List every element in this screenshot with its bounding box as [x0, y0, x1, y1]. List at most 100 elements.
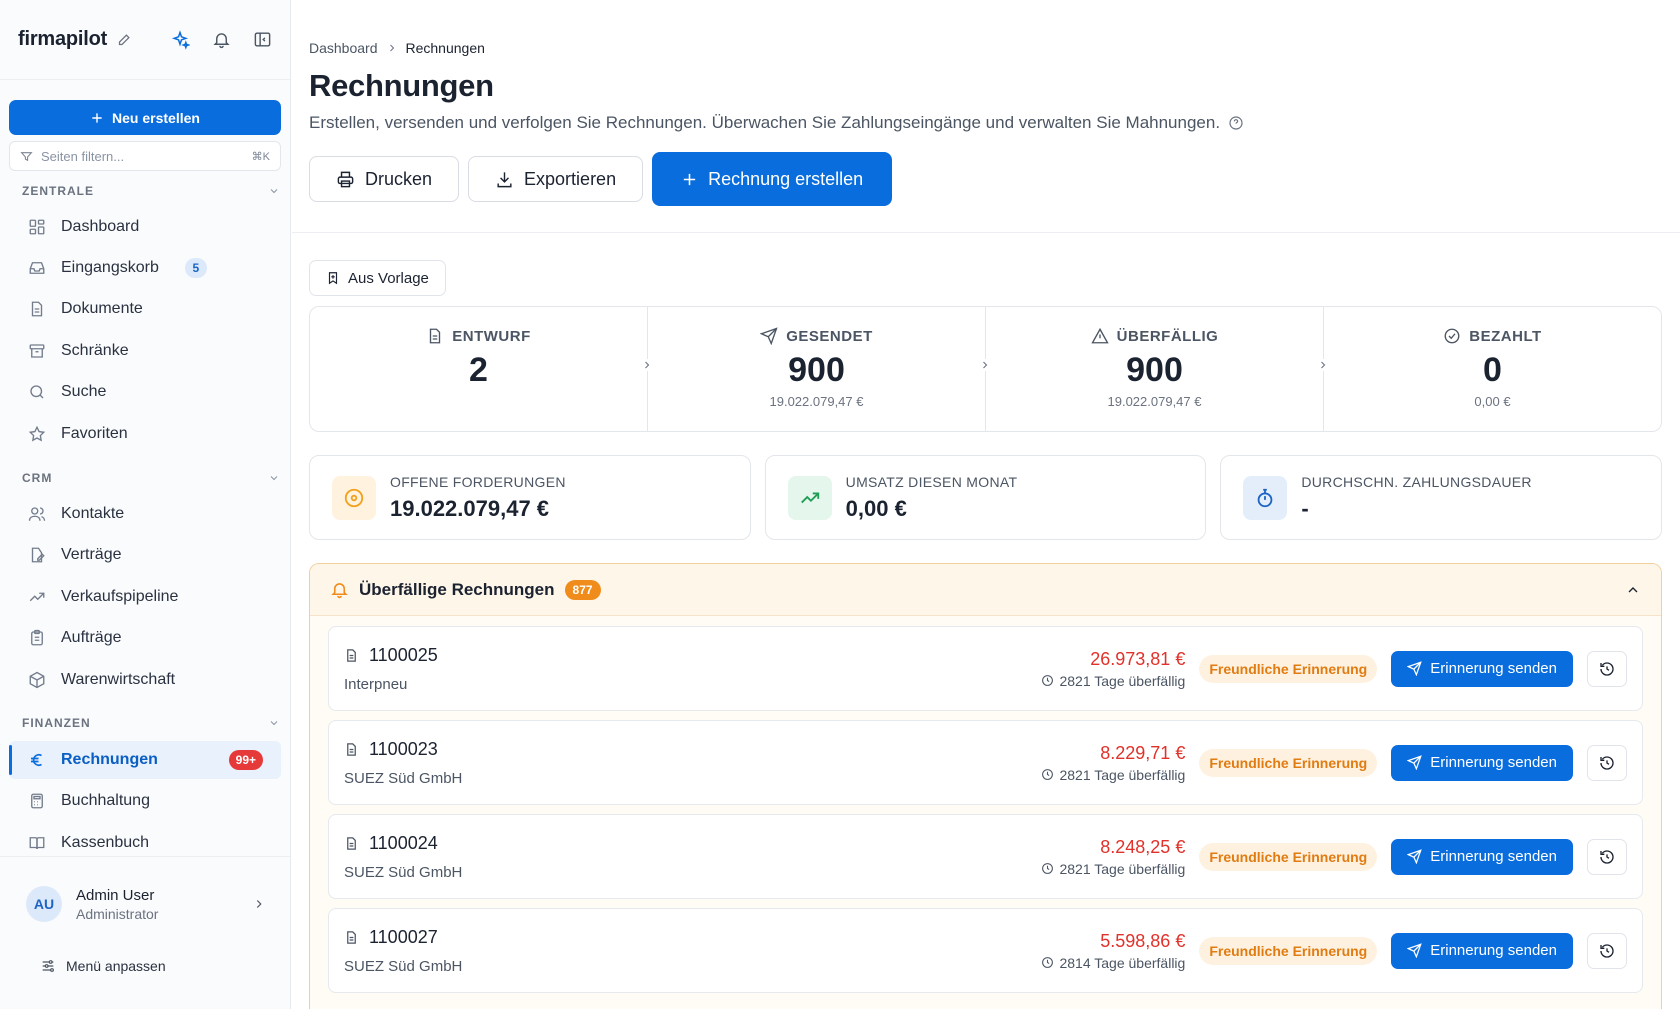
invoice-number[interactable]: 1100024	[369, 833, 438, 854]
page-actions: Drucken Exportieren Rechnung erstellen	[309, 152, 893, 206]
print-label: Drucken	[365, 168, 433, 189]
status-sub: 19.022.079,47 €	[1107, 394, 1202, 409]
filter-shortcut: ⌘K	[251, 150, 270, 163]
trending-up-icon	[787, 475, 832, 520]
sidebar-item-buchhaltung[interactable]: Buchhaltung	[9, 782, 281, 820]
kpi-label: DURCHSCHN. ZAHLUNGSDAUER	[1301, 473, 1532, 490]
print-button[interactable]: Drucken	[309, 156, 460, 202]
sidebar-item-verkaufspipeline[interactable]: Verkaufspipeline	[9, 578, 281, 616]
from-template-button[interactable]: Aus Vorlage	[309, 260, 446, 296]
reminder-level-badge: Freundliche Erinnerung	[1199, 936, 1378, 965]
sidebar-item-dashboard[interactable]: Dashboard	[9, 208, 281, 246]
send-reminder-button[interactable]: Erinnerung senden	[1391, 838, 1573, 875]
history-button[interactable]	[1587, 838, 1627, 875]
user-menu[interactable]: AU Admin User Administrator	[26, 886, 266, 922]
overdue-invoice-row[interactable]: 1100023 SUEZ Süd GmbH 8.229,71 € 2821 Ta…	[328, 720, 1643, 805]
menu-adjust-button[interactable]: Menü anpassen	[40, 958, 166, 974]
status-value: 900	[788, 351, 845, 389]
inbox-count-badge: 5	[184, 258, 207, 278]
sidebar-item-dokumente[interactable]: Dokumente	[9, 290, 281, 328]
overdue-panel-header[interactable]: Überfällige Rechnungen 877	[310, 564, 1661, 616]
page-filter-input[interactable]: Seiten filtern... ⌘K	[9, 141, 281, 171]
invoice-count-badge: 99+	[228, 750, 263, 770]
status-sent[interactable]: GESENDET 900 19.022.079,47 €	[648, 307, 991, 431]
download-icon	[497, 171, 512, 187]
stopwatch-icon	[1243, 475, 1288, 520]
invoice-amount: 5.598,86 €	[1100, 930, 1186, 951]
invoice-amount: 8.229,71 €	[1100, 742, 1186, 763]
section-crm[interactable]: CRM	[22, 471, 280, 485]
kpi-monthly-revenue: UMSATZ DIESEN MONAT 0,00 €	[764, 455, 1207, 540]
breadcrumb-dashboard[interactable]: Dashboard	[309, 40, 378, 56]
euro-icon	[27, 750, 47, 770]
invoice-client: SUEZ Süd GmbH	[344, 769, 463, 787]
help-icon[interactable]	[1228, 115, 1244, 131]
sidebar-item-warenwirtschaft[interactable]: Warenwirtschaft	[9, 661, 281, 699]
export-button[interactable]: Exportieren	[468, 156, 644, 202]
send-reminder-button[interactable]: Erinnerung senden	[1391, 932, 1573, 969]
sidebar-item-label: Buchhaltung	[61, 792, 150, 809]
sidebar-item-eingangskorb[interactable]: Eingangskorb 5	[9, 249, 281, 287]
send-reminder-label: Erinnerung senden	[1430, 848, 1557, 865]
kpi-label: OFFENE FORDERUNGEN	[390, 473, 566, 490]
invoice-number[interactable]: 1100027	[369, 927, 438, 948]
status-overdue[interactable]: ÜBERFÄLLIG 900 19.022.079,47 €	[986, 307, 1329, 431]
invoice-client: Interpneu	[344, 675, 408, 693]
sidebar-header: firmapilot	[0, 0, 290, 80]
trend-icon	[27, 587, 47, 607]
sidebar-item-label: Warenwirtschaft	[61, 671, 176, 688]
overdue-invoice-row[interactable]: 1100027 SUEZ Süd GmbH 5.598,86 € 2814 Ta…	[328, 908, 1643, 993]
filter-icon	[20, 151, 33, 161]
sidebar-item-suche[interactable]: Suche	[9, 373, 281, 411]
chevron-up-icon[interactable]	[1625, 582, 1641, 598]
send-reminder-button[interactable]: Erinnerung senden	[1391, 650, 1573, 687]
filter-placeholder: Seiten filtern...	[41, 148, 125, 164]
sliders-icon	[42, 960, 54, 972]
contract-icon	[27, 545, 47, 565]
calculator-icon	[27, 791, 47, 811]
bell-icon[interactable]	[212, 30, 231, 49]
status-draft[interactable]: ENTWURF 2	[310, 307, 653, 431]
file-icon	[347, 648, 356, 662]
plus-icon	[92, 112, 102, 123]
sidebar-divider	[0, 856, 290, 857]
chevron-right-icon	[256, 900, 262, 908]
edit-pencil-icon[interactable]	[117, 32, 132, 47]
package-icon	[27, 670, 47, 690]
section-zentrale[interactable]: ZENTRALE	[22, 184, 280, 198]
clock-icon	[1042, 957, 1054, 968]
send-icon	[1407, 755, 1423, 770]
history-button[interactable]	[1587, 650, 1627, 687]
brand-logo[interactable]: firmapilot	[18, 28, 107, 51]
sidebar-item-rechnungen[interactable]: Rechnungen 99+	[9, 741, 281, 779]
sidebar-item-auftraege[interactable]: Aufträge	[9, 619, 281, 657]
create-invoice-button[interactable]: Rechnung erstellen	[652, 152, 893, 206]
overdue-list: 1100025 Interpneu 26.973,81 € 2821 Tage …	[310, 616, 1661, 993]
kpi-open-receivables: OFFENE FORDERUNGEN 19.022.079,47 €	[309, 455, 751, 540]
section-finanzen[interactable]: FINANZEN	[22, 716, 280, 730]
overdue-invoice-row[interactable]: 1100024 SUEZ Süd GmbH 8.248,25 € 2821 Ta…	[328, 814, 1643, 899]
from-template-label: Aus Vorlage	[348, 269, 429, 287]
sidebar-item-label: Kontakte	[61, 505, 125, 522]
overdue-invoice-row[interactable]: 1100025 Interpneu 26.973,81 € 2821 Tage …	[328, 626, 1643, 711]
sidebar-collapse-icon[interactable]	[253, 30, 272, 49]
sidebar-item-favoriten[interactable]: Favoriten	[9, 415, 281, 453]
send-reminder-label: Erinnerung senden	[1430, 754, 1557, 771]
status-paid[interactable]: BEZAHLT 0 0,00 €	[1324, 307, 1661, 431]
new-create-button[interactable]: Neu erstellen	[9, 100, 281, 135]
file-icon	[347, 742, 356, 756]
invoice-number[interactable]: 1100025	[369, 645, 438, 666]
clock-icon	[1042, 675, 1054, 686]
sidebar-item-label: Rechnungen	[61, 751, 158, 768]
history-button[interactable]	[1587, 744, 1627, 781]
reminder-level-badge: Freundliche Erinnerung	[1199, 654, 1378, 683]
sparkles-icon[interactable]	[170, 29, 190, 50]
send-reminder-label: Erinnerung senden	[1430, 660, 1557, 677]
sidebar-item-vertraege[interactable]: Verträge	[9, 536, 281, 574]
send-reminder-button[interactable]: Erinnerung senden	[1391, 744, 1573, 781]
invoice-number[interactable]: 1100023	[369, 739, 438, 760]
sidebar-item-schraenke[interactable]: Schränke	[9, 332, 281, 370]
overdue-count-badge: 877	[564, 579, 601, 600]
history-button[interactable]	[1587, 932, 1627, 969]
sidebar-item-kontakte[interactable]: Kontakte	[9, 495, 281, 533]
